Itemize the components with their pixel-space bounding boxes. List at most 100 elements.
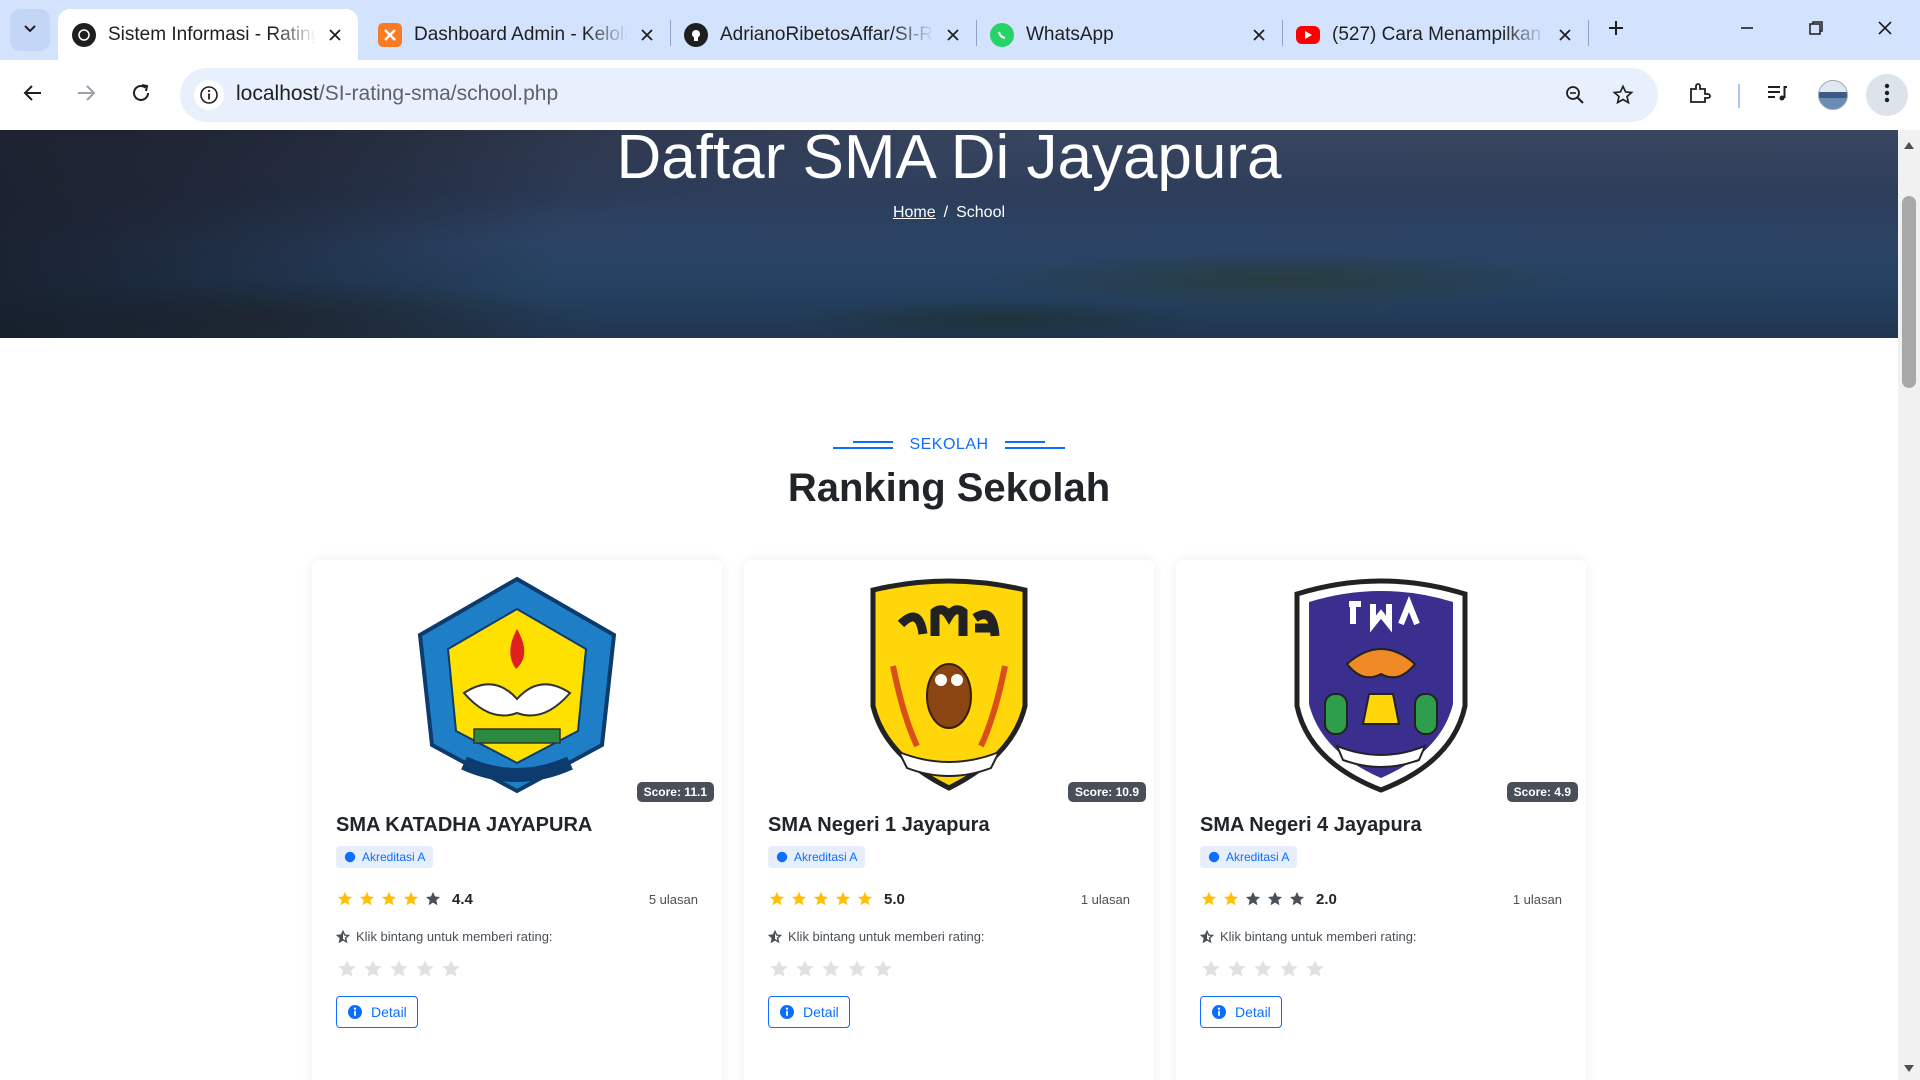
tab-strip: Sistem Informasi - Rating Dashboard Admi… (0, 0, 1920, 60)
rate-star-4-icon[interactable] (1278, 958, 1300, 980)
rating-value: 5.0 (884, 890, 905, 908)
review-count: 1 ulasan (1512, 892, 1562, 907)
reload-button[interactable] (120, 74, 162, 116)
rate-star-5-icon[interactable] (440, 958, 462, 980)
close-icon[interactable] (1248, 24, 1270, 46)
rate-hint: Klik bintang untuk memberi rating: (1200, 929, 1417, 944)
close-icon[interactable] (324, 24, 346, 46)
rate-star-3-icon[interactable] (1252, 958, 1274, 980)
rate-star-1-icon[interactable] (1200, 958, 1222, 980)
tab-title: Sistem Informasi - Rating (108, 23, 316, 45)
average-rating-stars: 4.4 (336, 890, 473, 908)
rate-star-5-icon[interactable] (1304, 958, 1326, 980)
tab-title: WhatsApp (1026, 23, 1114, 45)
puzzle-icon (1687, 81, 1711, 110)
rate-star-3-icon[interactable] (388, 958, 410, 980)
close-icon[interactable] (942, 24, 964, 46)
accreditation-badge: Akreditasi A (336, 846, 434, 868)
extensions-button[interactable] (1678, 74, 1720, 116)
star-filled-icon (336, 890, 354, 908)
tab-title: (527) Cara Menampilkan (1332, 23, 1542, 45)
detail-button[interactable]: Detail (336, 996, 418, 1028)
score-badge: Score: 4.9 (1506, 782, 1578, 802)
media-control-button[interactable] (1756, 74, 1798, 116)
review-count: 1 ulasan (1080, 892, 1130, 907)
tab-whatsapp[interactable]: WhatsApp (976, 9, 1282, 60)
bookmark-star-icon[interactable] (1608, 80, 1638, 110)
star-filled-icon (1200, 890, 1218, 908)
address-bar[interactable]: localhost/SI-rating-sma/school.php (180, 68, 1658, 122)
accreditation-label: Akreditasi A (794, 850, 858, 864)
star-filled-icon (768, 890, 786, 908)
average-rating-stars: 5.0 (768, 890, 905, 908)
tab-sistem-informasi[interactable]: Sistem Informasi - Rating (58, 9, 358, 60)
breadcrumb-home-link[interactable]: Home (893, 204, 936, 221)
decorative-lines (833, 441, 894, 449)
star-empty-icon (1288, 890, 1306, 908)
accreditation-badge: Akreditasi A (768, 846, 866, 868)
whatsapp-icon (990, 22, 1014, 47)
detail-button[interactable]: Detail (768, 996, 850, 1028)
rate-star-5-icon[interactable] (872, 958, 894, 980)
patch-check-icon (344, 851, 356, 863)
star-half-icon (336, 929, 350, 944)
close-icon[interactable] (1554, 24, 1576, 46)
rate-hint-text: Klik bintang untuk memberi rating: (788, 929, 985, 944)
detail-label: Detail (1235, 1004, 1271, 1020)
more-vert-icon (1884, 83, 1890, 108)
school-name[interactable]: SMA KATADHA JAYAPURA (336, 814, 592, 837)
youtube-icon (1296, 25, 1320, 44)
github-icon (684, 22, 708, 47)
school-name[interactable]: SMA Negeri 1 Jayapura (768, 814, 990, 837)
page-icon (72, 22, 96, 47)
star-empty-icon (1266, 890, 1284, 908)
close-icon[interactable] (636, 24, 658, 46)
xampp-icon (378, 22, 402, 47)
school-card: Score: 4.9 SMA Negeri 4 Jayapura Akredit… (1176, 560, 1586, 1080)
window-close-button[interactable] (1866, 12, 1904, 48)
section-subtitle: SEKOLAH (0, 436, 1898, 454)
detail-button[interactable]: Detail (1200, 996, 1282, 1028)
tab-dashboard-admin[interactable]: Dashboard Admin - Kelola (364, 9, 670, 60)
browser-toolbar: localhost/SI-rating-sma/school.php (0, 60, 1920, 130)
accreditation-label: Akreditasi A (362, 850, 426, 864)
url-text[interactable]: localhost/SI-rating-sma/school.php (236, 82, 558, 106)
rate-star-3-icon[interactable] (820, 958, 842, 980)
breadcrumb: Home / School (0, 204, 1898, 222)
browser-menu-button[interactable] (1866, 74, 1908, 116)
accreditation-badge: Akreditasi A (1200, 846, 1298, 868)
sma-negeri-4-logo (1176, 560, 1586, 810)
scroll-down-arrow-icon[interactable] (1904, 1060, 1914, 1078)
rate-star-1-icon[interactable] (768, 958, 790, 980)
scroll-up-arrow-icon[interactable] (1904, 136, 1914, 154)
rate-star-4-icon[interactable] (846, 958, 868, 980)
review-count: 5 ulasan (648, 892, 698, 907)
breadcrumb-separator: / (943, 204, 949, 221)
back-button[interactable] (12, 74, 54, 116)
school-card: Score: 10.9 SMA Negeri 1 Jayapura Akredi… (744, 560, 1154, 1080)
rate-star-2-icon[interactable] (794, 958, 816, 980)
new-tab-button[interactable] (1600, 14, 1632, 46)
info-circle-icon (347, 1004, 363, 1020)
tab-github[interactable]: AdrianoRibetosAffar/SI-R (670, 9, 976, 60)
profile-avatar[interactable] (1818, 80, 1848, 110)
minimize-button[interactable] (1728, 12, 1766, 48)
scrollbar-thumb[interactable] (1902, 196, 1916, 388)
school-name[interactable]: SMA Negeri 4 Jayapura (1200, 814, 1422, 837)
tab-search-button[interactable] (10, 9, 50, 51)
forward-button[interactable] (65, 74, 107, 116)
rate-star-1-icon[interactable] (336, 958, 358, 980)
rating-input (768, 958, 898, 980)
zoom-icon[interactable] (1560, 80, 1590, 110)
detail-label: Detail (371, 1004, 407, 1020)
rate-star-2-icon[interactable] (362, 958, 384, 980)
arrow-left-icon (22, 82, 44, 109)
patch-check-icon (776, 851, 788, 863)
tab-title: Dashboard Admin - Kelola (414, 23, 628, 45)
arrow-right-icon (75, 82, 97, 109)
rate-star-2-icon[interactable] (1226, 958, 1248, 980)
tab-youtube[interactable]: (527) Cara Menampilkan (1282, 9, 1588, 60)
restore-button[interactable] (1797, 12, 1835, 48)
site-info-icon[interactable] (194, 80, 224, 110)
rate-star-4-icon[interactable] (414, 958, 436, 980)
